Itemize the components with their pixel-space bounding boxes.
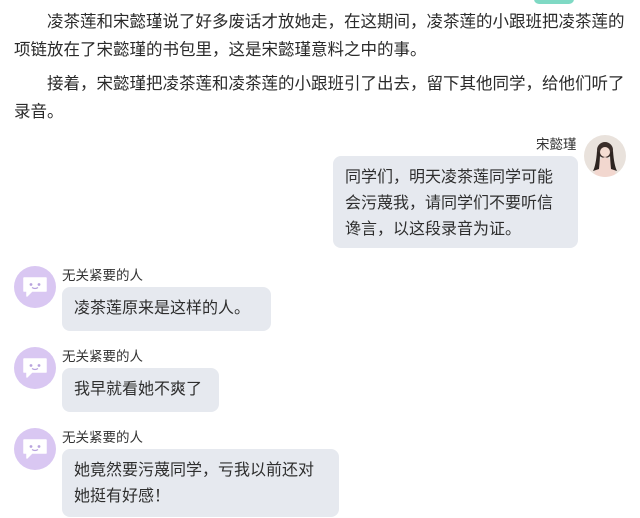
self-sender-name: 宋懿瑾 — [536, 137, 577, 153]
other-sender-name: 无关紧要的人 — [62, 349, 143, 365]
narration-paragraph-1: 凌茶莲和宋懿瑾说了好多废话才放她走，在这期间，凌茶莲的小跟班把凌茶莲的项链放在了… — [14, 12, 625, 59]
narration-paragraph-2: 接着，宋懿瑾把凌茶莲和凌茶莲的小跟班引了出去，留下其他同学，给他们听了录音。 — [14, 74, 625, 121]
self-message-bubble[interactable]: 同学们，明天凌茶莲同学可能会污蔑我，请同学们不要听信谗言，以这段录音为证。 — [333, 156, 578, 248]
chat-bubble-face-icon[interactable] — [14, 347, 56, 389]
other-message-bubble[interactable]: 我早就看她不爽了 — [62, 368, 219, 412]
other-message-bubble[interactable]: 凌茶莲原来是这样的人。 — [62, 287, 271, 331]
other-message-bubble[interactable]: 她竟然要污蔑同学，亏我以前还对她挺有好感！ — [62, 449, 339, 517]
user-photo-avatar-icon[interactable] — [584, 135, 626, 177]
chat-bubble-face-icon[interactable] — [14, 266, 56, 308]
chat-bubble-face-icon[interactable] — [14, 428, 56, 470]
other-sender-name: 无关紧要的人 — [62, 268, 143, 284]
other-sender-name: 无关紧要的人 — [62, 430, 143, 446]
top-accent-bar — [534, 0, 574, 4]
